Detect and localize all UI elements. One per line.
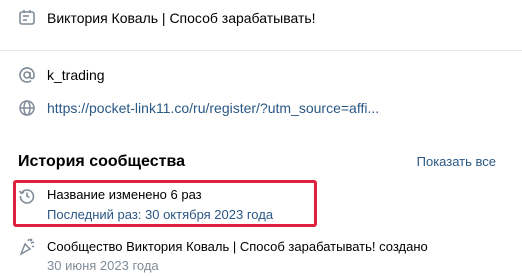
- description-row: Виктория Коваль | Способ зарабатывать!: [0, 7, 522, 29]
- history-item-rename: Название изменено 6 раз: [47, 187, 202, 202]
- community-description: Виктория Коваль | Способ зарабатывать!: [47, 10, 316, 26]
- username-row: k_trading: [0, 64, 522, 86]
- history-item-created-date: 30 июня 2023 года: [47, 258, 159, 273]
- show-all-link[interactable]: Показать все: [417, 154, 496, 170]
- history-section-title: История сообщества: [18, 153, 185, 170]
- divider: [0, 50, 522, 51]
- history-item-created: Сообщество Виктория Коваль | Способ зара…: [47, 239, 428, 254]
- website-link[interactable]: https://pocket-link11.co/ru/register/?ut…: [47, 99, 379, 117]
- website-row: https://pocket-link11.co/ru/register/?ut…: [0, 97, 522, 119]
- description-icon: [17, 8, 37, 28]
- at-sign-icon: [17, 65, 37, 85]
- community-username: k_trading: [47, 67, 105, 83]
- history-item-rename-date: Последний раз: 30 октября 2023 года: [47, 207, 274, 222]
- history-icon: [17, 186, 37, 206]
- globe-icon: [17, 98, 37, 118]
- party-popper-icon: [17, 237, 37, 257]
